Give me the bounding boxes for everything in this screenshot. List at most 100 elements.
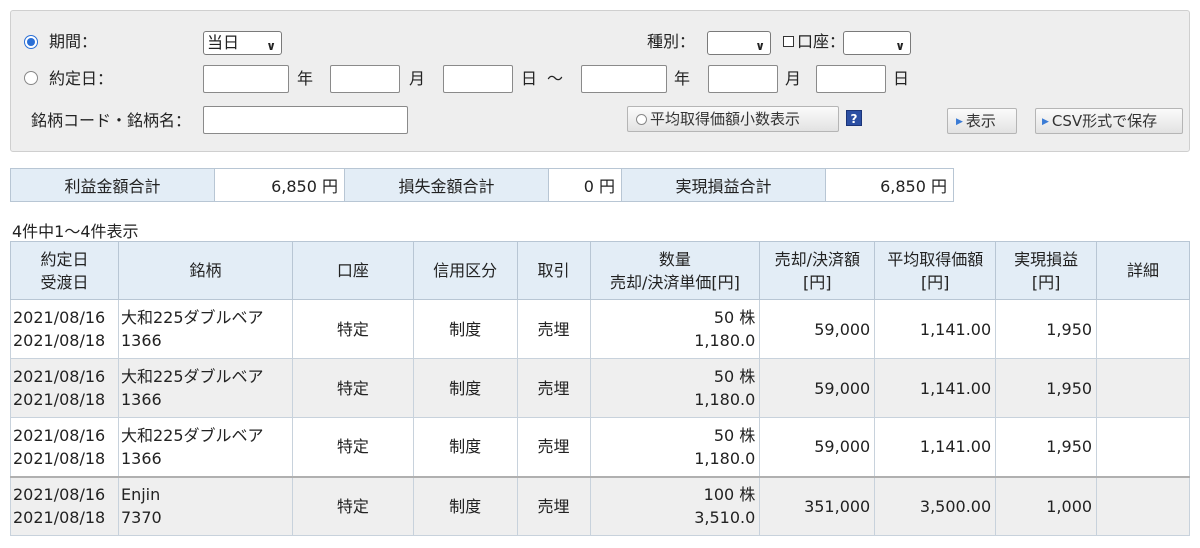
from-year-input[interactable] (203, 65, 289, 93)
stock-label: 銘柄コード・銘柄名： (31, 111, 192, 130)
avg-decimal-label: 平均取得価額小数表示 (650, 110, 801, 128)
stock-code: 1366 (120, 448, 162, 468)
quantity: 50 株 (713, 425, 756, 445)
to-day-unit: 日 (893, 69, 910, 88)
header-sale-amount: 売却/決済額 [円] (759, 241, 876, 300)
header-avg-unit: [円] (920, 272, 950, 292)
dates-cell: 2021/08/16 2021/08/18 (10, 358, 119, 418)
quantity-cell: 50 株 1,180.0 (589, 299, 761, 359)
stock-name: Enjin (120, 485, 161, 505)
header-trade: 取引 (516, 241, 591, 300)
header-qty: 数量 (658, 249, 691, 269)
quantity-cell: 50 株 1,180.0 (589, 417, 761, 477)
stock-cell: 大和225ダブルベア 1366 (117, 358, 293, 418)
triangle-right-icon: ▶ (1042, 117, 1049, 127)
quantity-cell: 100 株 3,510.0 (589, 475, 761, 536)
unit-price: 1,180.0 (694, 331, 756, 350)
avg-decimal-button[interactable]: 平均取得価額小数表示 (627, 106, 839, 132)
contract-date: 2021/08/16 (13, 425, 106, 445)
to-year-input[interactable] (581, 65, 667, 93)
amount-cell: 59,000 (759, 417, 876, 477)
quantity: 50 株 (713, 367, 756, 386)
realized-total-label: 実現損益合計 (621, 168, 826, 202)
period-select[interactable]: 当日 ∨ (203, 31, 282, 55)
stock-input[interactable] (203, 106, 408, 134)
header-quantity: 数量売却/決済単価[円] (589, 241, 761, 300)
contract-date: 2021/08/16 (13, 308, 106, 327)
chevron-down-icon: ∨ (266, 39, 276, 53)
from-month-input[interactable] (330, 65, 400, 93)
header-pl-label: 実現損益 (1014, 249, 1079, 269)
avg-decimal-radio-icon (636, 114, 647, 125)
trade-cell: 売埋 (516, 358, 591, 418)
help-icon[interactable]: ? (846, 110, 862, 126)
summary-table: 利益金額合計 6,850 円 損失金額合計 0 円 実現損益合計 6,850 円 (10, 168, 954, 202)
pl-cell: 1,000 (995, 475, 1098, 536)
csv-save-button[interactable]: ▶ CSV形式で保存 (1035, 108, 1183, 134)
period-label: 期間： (49, 32, 98, 51)
header-account: 口座 (291, 241, 414, 300)
to-day-input[interactable] (816, 65, 886, 93)
credit-cell: 制度 (412, 417, 518, 477)
quantity-cell: 50 株 1,180.0 (589, 358, 761, 418)
credit-cell: 制度 (412, 358, 518, 418)
quantity: 50 株 (713, 308, 756, 327)
detail-cell[interactable] (1096, 358, 1190, 418)
pl-cell: 1,950 (995, 299, 1098, 359)
show-button-label: 表示 (965, 112, 996, 130)
table-header-row: 約定日 受渡日 銘柄 口座 信用区分 取引 数量 売却/決済単価[円] 売却/決済額… (10, 241, 1190, 300)
credit-cell: 制度 (412, 299, 518, 359)
account-select[interactable]: ∨ (843, 31, 911, 55)
pl-cell: 1,950 (995, 417, 1098, 477)
loss-total-value: 0 円 (548, 168, 622, 202)
chevron-down-icon: ∨ (755, 39, 765, 53)
detail-cell[interactable] (1096, 475, 1190, 536)
contract-date-label: 約定日： (49, 69, 114, 88)
avg-price-cell: 1,141.00 (874, 358, 997, 418)
to-month-input[interactable] (708, 65, 778, 93)
settle-date: 2021/08/18 (13, 448, 106, 468)
detail-cell[interactable] (1096, 417, 1190, 477)
dates-cell: 2021/08/16 2021/08/18 (10, 299, 119, 359)
table-row: 2021/08/16 2021/08/18 Enjin 7370 特定 制度 売埋 … (10, 475, 1190, 536)
dates-cell: 2021/08/16 2021/08/18 (10, 417, 119, 477)
stock-name: 大和225ダブルベア (120, 367, 264, 386)
header-pl-unit: [円] (1031, 272, 1061, 292)
type-select[interactable]: ∨ (707, 31, 771, 55)
detail-cell[interactable] (1096, 299, 1190, 359)
loss-total-label: 損失金額合計 (344, 168, 549, 202)
account-label: 口座： (797, 32, 846, 51)
from-year-unit: 年 (297, 69, 314, 88)
avg-price-cell: 1,141.00 (874, 299, 997, 359)
account-checkbox[interactable] (783, 36, 794, 47)
header-avg-price: 平均取得価額 [円] (874, 241, 997, 300)
header-contract-date: 約定日 (40, 249, 89, 269)
result-count: 4件中1～4件表示 (12, 222, 139, 241)
settle-date: 2021/08/18 (13, 331, 106, 350)
trade-cell: 売埋 (516, 475, 591, 536)
contract-date-radio[interactable] (24, 71, 38, 85)
profit-total-value: 6,850 円 (214, 168, 345, 202)
header-stock: 銘柄 (117, 241, 293, 300)
search-panel: 期間： 当日 ∨ 種別： ∨ 口座： ∨ 約定日： 年 月 日 ～ 年 月 日 … (10, 10, 1190, 152)
to-year-unit: 年 (674, 69, 691, 88)
show-button[interactable]: ▶ 表示 (947, 108, 1017, 134)
credit-cell: 制度 (412, 475, 518, 536)
csv-button-label: CSV形式で保存 (1051, 112, 1158, 130)
triangle-right-icon: ▶ (956, 117, 963, 127)
stock-name: 大和225ダブルベア (120, 425, 264, 445)
avg-price-cell: 3,500.00 (874, 475, 997, 536)
header-sale-label: 売却/決済額 (774, 249, 860, 269)
stock-cell: 大和225ダブルベア 1366 (117, 417, 293, 477)
amount-cell: 351,000 (759, 475, 876, 536)
header-avg-label: 平均取得価額 (887, 249, 984, 269)
amount-cell: 59,000 (759, 358, 876, 418)
from-day-input[interactable] (443, 65, 513, 93)
header-realized-pl: 実現損益 [円] (995, 241, 1098, 300)
unit-price: 1,180.0 (694, 390, 756, 409)
amount-cell: 59,000 (759, 299, 876, 359)
header-unit-price: 売却/決済単価[円] (609, 272, 740, 292)
realized-total-value: 6,850 円 (825, 168, 954, 202)
settle-date: 2021/08/18 (13, 508, 106, 528)
period-radio[interactable] (24, 35, 38, 49)
